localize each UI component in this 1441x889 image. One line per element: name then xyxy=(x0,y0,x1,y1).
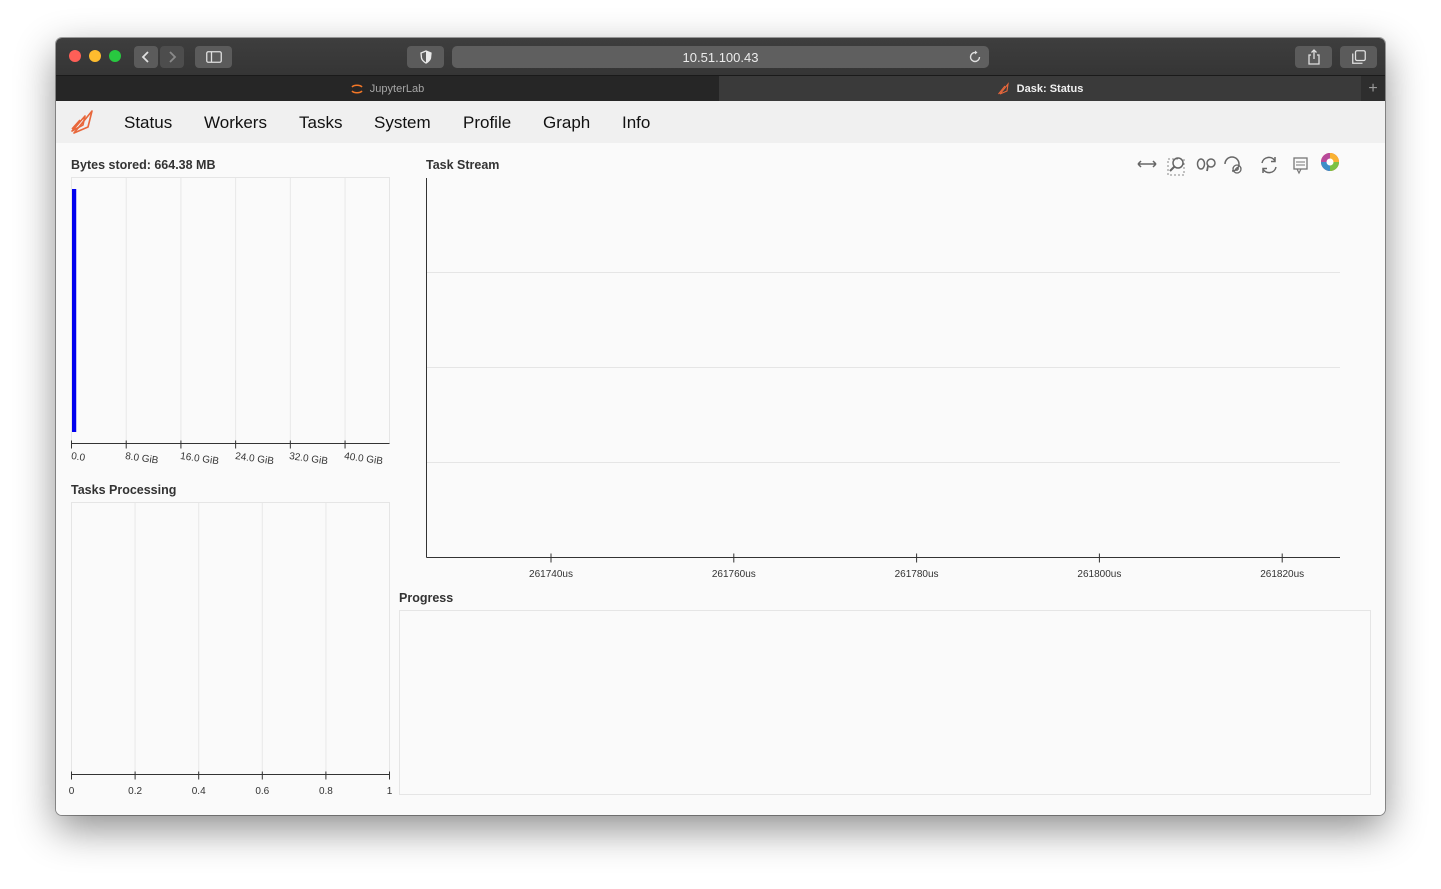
task-stream-plot[interactable] xyxy=(426,177,1342,629)
x-tick-label: 261780us xyxy=(894,568,939,580)
shield-icon xyxy=(419,50,432,64)
tab-overview-button[interactable] xyxy=(1340,46,1377,68)
tab-jupyterlab[interactable]: JupyterLab xyxy=(56,76,718,102)
bytes-stored-plot[interactable] xyxy=(71,177,391,449)
jupyter-logo-icon xyxy=(351,84,363,94)
privacy-shield-button[interactable] xyxy=(407,46,444,68)
sidebar-icon xyxy=(205,51,222,63)
new-tab-button[interactable]: + xyxy=(1361,76,1385,102)
x-tick-label: 0.6 xyxy=(255,785,270,797)
progress-plot[interactable] xyxy=(399,610,1371,795)
x-tick-label: 32.0 GiB xyxy=(288,450,329,467)
dashboard-content: Bytes stored: 664.38 MB Tasks Processing… xyxy=(56,143,1385,815)
bytes-stored-title: Bytes stored: 664.38 MB xyxy=(71,158,216,172)
x-tick-label: 261800us xyxy=(1077,568,1122,580)
dask-logo-icon[interactable] xyxy=(70,107,96,137)
x-tick-label: 261740us xyxy=(529,568,573,580)
x-tick-label: 8.0 GiB xyxy=(124,450,160,467)
x-tick-label: 24.0 GiB xyxy=(234,450,275,467)
back-button[interactable] xyxy=(134,46,158,68)
reload-icon[interactable] xyxy=(967,49,983,65)
zoom-window-button[interactable] xyxy=(109,50,121,62)
sidebar-toggle-button[interactable] xyxy=(195,46,232,68)
nav-item-tasks[interactable]: Tasks xyxy=(299,113,342,133)
dask-logo-icon xyxy=(997,82,1009,95)
tab-label: Dask: Status xyxy=(1016,83,1084,95)
x-tick-label: 0 xyxy=(68,785,75,797)
nav-item-profile[interactable]: Profile xyxy=(463,113,511,133)
x-tick-label: 0.8 xyxy=(318,785,333,797)
close-window-button[interactable] xyxy=(69,50,81,62)
bytes-bar xyxy=(72,189,77,432)
nav-item-info[interactable]: Info xyxy=(622,113,650,133)
x-tick-label: 1 xyxy=(386,785,393,797)
share-button[interactable] xyxy=(1295,46,1332,68)
nav-item-system[interactable]: System xyxy=(374,113,431,133)
chevron-right-icon xyxy=(169,51,177,63)
x-tick-label: 0.2 xyxy=(128,785,143,797)
x-tick-label: 261820us xyxy=(1260,568,1305,580)
x-tick-label: 0.4 xyxy=(191,785,206,797)
tabs-overview-icon xyxy=(1351,50,1366,64)
x-tick-label: 16.0 GiB xyxy=(179,450,220,467)
minimize-window-button[interactable] xyxy=(89,50,101,62)
nav-item-workers[interactable]: Workers xyxy=(204,113,267,133)
tasks-processing-title: Tasks Processing xyxy=(71,483,177,497)
browser-titlebar: 10.51.100.43 xyxy=(56,38,1385,75)
tab-label: JupyterLab xyxy=(369,83,425,95)
dask-navbar: Status Workers Tasks System Profile Grap… xyxy=(56,101,1385,143)
tasks-processing-plot[interactable] xyxy=(71,502,391,782)
x-tick-label: 40.0 GiB xyxy=(343,450,384,467)
x-tick-label: 261760us xyxy=(711,568,756,580)
x-tick-label: 0.0 xyxy=(69,450,86,464)
forward-button[interactable] xyxy=(160,46,184,68)
chevron-left-icon xyxy=(141,51,149,63)
nav-item-status[interactable]: Status xyxy=(124,113,172,133)
bokeh-logo-icon[interactable] xyxy=(1319,151,1341,173)
progress-title: Progress xyxy=(399,591,454,605)
nav-item-graph[interactable]: Graph xyxy=(543,113,590,133)
task-stream-title: Task Stream xyxy=(426,158,500,172)
tab-dask-status[interactable]: Dask: Status xyxy=(719,76,1361,102)
browser-window: 10.51.100.43 JupyterLab Dask: Status + S… xyxy=(56,38,1385,815)
address-bar[interactable]: 10.51.100.43 xyxy=(452,46,989,68)
url-text: 10.51.100.43 xyxy=(682,49,759,65)
browser-tab-bar: JupyterLab Dask: Status + xyxy=(56,75,1385,102)
share-icon xyxy=(1307,49,1320,65)
